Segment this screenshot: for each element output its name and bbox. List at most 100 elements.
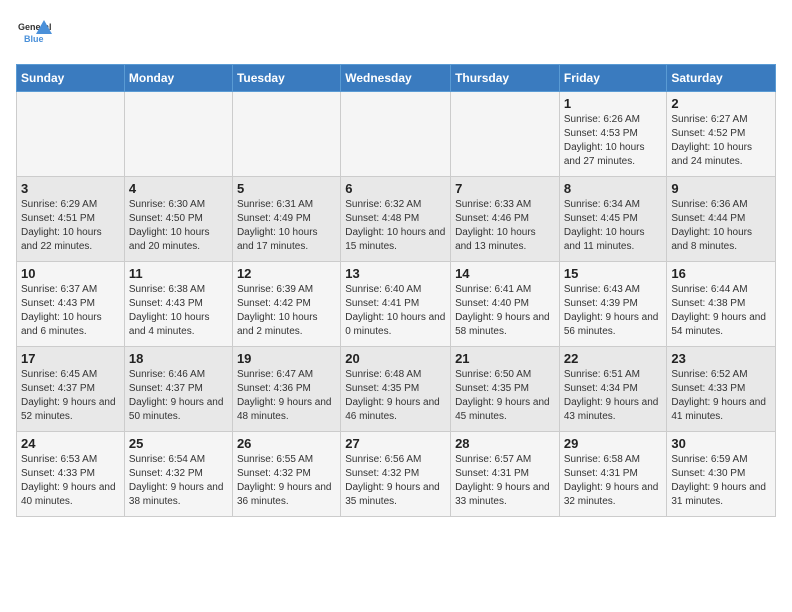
calendar-cell: 3 Sunrise: 6:29 AM Sunset: 4:51 PM Daylig… — [17, 177, 125, 262]
calendar-week-row: 10 Sunrise: 6:37 AM Sunset: 4:43 PM Dayli… — [17, 262, 776, 347]
calendar-cell: 6Sunrise: 6:32 AM Sunset: 4:48 PM Daylig… — [341, 177, 451, 262]
day-info: Sunrise: 6:54 AM Sunset: 4:32 PM Dayligh… — [129, 453, 228, 509]
day-number: 24 — [21, 436, 120, 451]
calendar-cell — [232, 92, 340, 177]
day-info: Sunrise: 6:44 AM Sunset: 4:38 PM Dayligh… — [671, 283, 771, 339]
day-info: Sunrise: 6:38 AM Sunset: 4:43 PM Dayligh… — [129, 283, 228, 339]
svg-text:Blue: Blue — [24, 34, 44, 44]
day-info: Sunrise: 6:36 AM Sunset: 4:44 PM Dayligh… — [671, 198, 771, 254]
day-info: Sunrise: 6:56 AM Sunset: 4:32 PM Dayligh… — [345, 453, 446, 509]
day-number: 1 — [564, 96, 663, 111]
calendar-cell — [124, 92, 232, 177]
day-number: 28 — [455, 436, 555, 451]
calendar-cell: 4 Sunrise: 6:30 AM Sunset: 4:50 PM Daylig… — [124, 177, 232, 262]
day-number: 14 — [455, 266, 555, 281]
page-header: General Blue — [16, 16, 776, 52]
calendar-cell: 19 Sunrise: 6:47 AM Sunset: 4:36 PM Dayli… — [232, 347, 340, 432]
day-number: 25 — [129, 436, 228, 451]
header-thursday: Thursday — [451, 65, 560, 92]
day-info: Sunrise: 6:37 AM Sunset: 4:43 PM Dayligh… — [21, 283, 120, 339]
calendar-cell: 27 Sunrise: 6:56 AM Sunset: 4:32 PM Dayli… — [341, 432, 451, 517]
calendar-cell: 21 Sunrise: 6:50 AM Sunset: 4:35 PM Dayli… — [451, 347, 560, 432]
day-info: Sunrise: 6:58 AM Sunset: 4:31 PM Dayligh… — [564, 453, 663, 509]
day-info: Sunrise: 6:59 AM Sunset: 4:30 PM Dayligh… — [671, 453, 771, 509]
day-info: Sunrise: 6:30 AM Sunset: 4:50 PM Dayligh… — [129, 198, 228, 254]
calendar-cell: 13 Sunrise: 6:40 AM Sunset: 4:41 PM Dayli… — [341, 262, 451, 347]
day-number: 4 — [129, 181, 228, 196]
calendar-cell — [17, 92, 125, 177]
calendar-week-row: 17Sunrise: 6:45 AM Sunset: 4:37 PM Dayli… — [17, 347, 776, 432]
day-number: 27 — [345, 436, 446, 451]
day-number: 8 — [564, 181, 663, 196]
day-number: 21 — [455, 351, 555, 366]
calendar-cell: 11 Sunrise: 6:38 AM Sunset: 4:43 PM Dayli… — [124, 262, 232, 347]
days-header-row: SundayMondayTuesdayWednesdayThursdayFrid… — [17, 65, 776, 92]
calendar-cell: 12 Sunrise: 6:39 AM Sunset: 4:42 PM Dayli… — [232, 262, 340, 347]
calendar-cell: 5 Sunrise: 6:31 AM Sunset: 4:49 PM Daylig… — [232, 177, 340, 262]
calendar-cell: 14Sunrise: 6:41 AM Sunset: 4:40 PM Dayli… — [451, 262, 560, 347]
day-info: Sunrise: 6:52 AM Sunset: 4:33 PM Dayligh… — [671, 368, 771, 424]
logo: General Blue — [16, 16, 52, 52]
day-info: Sunrise: 6:53 AM Sunset: 4:33 PM Dayligh… — [21, 453, 120, 509]
day-number: 2 — [671, 96, 771, 111]
day-info: Sunrise: 6:57 AM Sunset: 4:31 PM Dayligh… — [455, 453, 555, 509]
logo-icon: General Blue — [16, 16, 52, 52]
header-tuesday: Tuesday — [232, 65, 340, 92]
calendar-cell: 24 Sunrise: 6:53 AM Sunset: 4:33 PM Dayli… — [17, 432, 125, 517]
calendar-cell: 8 Sunrise: 6:34 AM Sunset: 4:45 PM Daylig… — [559, 177, 667, 262]
day-info: Sunrise: 6:27 AM Sunset: 4:52 PM Dayligh… — [671, 113, 771, 169]
day-number: 11 — [129, 266, 228, 281]
day-info: Sunrise: 6:40 AM Sunset: 4:41 PM Dayligh… — [345, 283, 446, 339]
calendar-cell: 26 Sunrise: 6:55 AM Sunset: 4:32 PM Dayli… — [232, 432, 340, 517]
day-number: 12 — [237, 266, 336, 281]
calendar-cell: 1 Sunrise: 6:26 AM Sunset: 4:53 PM Daylig… — [559, 92, 667, 177]
header-saturday: Saturday — [667, 65, 776, 92]
calendar-week-row: 3 Sunrise: 6:29 AM Sunset: 4:51 PM Daylig… — [17, 177, 776, 262]
calendar-cell: 10 Sunrise: 6:37 AM Sunset: 4:43 PM Dayli… — [17, 262, 125, 347]
calendar-cell: 30Sunrise: 6:59 AM Sunset: 4:30 PM Dayli… — [667, 432, 776, 517]
header-friday: Friday — [559, 65, 667, 92]
day-number: 15 — [564, 266, 663, 281]
day-number: 13 — [345, 266, 446, 281]
calendar-cell — [341, 92, 451, 177]
day-info: Sunrise: 6:47 AM Sunset: 4:36 PM Dayligh… — [237, 368, 336, 424]
day-info: Sunrise: 6:33 AM Sunset: 4:46 PM Dayligh… — [455, 198, 555, 254]
header-wednesday: Wednesday — [341, 65, 451, 92]
calendar-cell: 18 Sunrise: 6:46 AM Sunset: 4:37 PM Dayli… — [124, 347, 232, 432]
calendar-table: SundayMondayTuesdayWednesdayThursdayFrid… — [16, 64, 776, 517]
day-info: Sunrise: 6:34 AM Sunset: 4:45 PM Dayligh… — [564, 198, 663, 254]
calendar-cell: 16 Sunrise: 6:44 AM Sunset: 4:38 PM Dayli… — [667, 262, 776, 347]
day-number: 29 — [564, 436, 663, 451]
day-number: 3 — [21, 181, 120, 196]
day-number: 18 — [129, 351, 228, 366]
calendar-cell: 9 Sunrise: 6:36 AM Sunset: 4:44 PM Daylig… — [667, 177, 776, 262]
day-info: Sunrise: 6:26 AM Sunset: 4:53 PM Dayligh… — [564, 113, 663, 169]
day-info: Sunrise: 6:55 AM Sunset: 4:32 PM Dayligh… — [237, 453, 336, 509]
day-number: 6 — [345, 181, 446, 196]
day-number: 16 — [671, 266, 771, 281]
day-info: Sunrise: 6:45 AM Sunset: 4:37 PM Dayligh… — [21, 368, 120, 424]
day-number: 19 — [237, 351, 336, 366]
day-number: 23 — [671, 351, 771, 366]
calendar-week-row: 24 Sunrise: 6:53 AM Sunset: 4:33 PM Dayli… — [17, 432, 776, 517]
calendar-week-row: 1 Sunrise: 6:26 AM Sunset: 4:53 PM Daylig… — [17, 92, 776, 177]
day-number: 20 — [345, 351, 446, 366]
day-number: 10 — [21, 266, 120, 281]
day-info: Sunrise: 6:29 AM Sunset: 4:51 PM Dayligh… — [21, 198, 120, 254]
day-number: 22 — [564, 351, 663, 366]
day-info: Sunrise: 6:46 AM Sunset: 4:37 PM Dayligh… — [129, 368, 228, 424]
day-info: Sunrise: 6:43 AM Sunset: 4:39 PM Dayligh… — [564, 283, 663, 339]
calendar-cell: 2 Sunrise: 6:27 AM Sunset: 4:52 PM Daylig… — [667, 92, 776, 177]
day-info: Sunrise: 6:50 AM Sunset: 4:35 PM Dayligh… — [455, 368, 555, 424]
calendar-cell: 28 Sunrise: 6:57 AM Sunset: 4:31 PM Dayli… — [451, 432, 560, 517]
day-info: Sunrise: 6:39 AM Sunset: 4:42 PM Dayligh… — [237, 283, 336, 339]
day-number: 5 — [237, 181, 336, 196]
calendar-cell: 20Sunrise: 6:48 AM Sunset: 4:35 PM Dayli… — [341, 347, 451, 432]
header-monday: Monday — [124, 65, 232, 92]
calendar-cell: 17Sunrise: 6:45 AM Sunset: 4:37 PM Dayli… — [17, 347, 125, 432]
day-number: 9 — [671, 181, 771, 196]
calendar-cell: 23 Sunrise: 6:52 AM Sunset: 4:33 PM Dayli… — [667, 347, 776, 432]
header-sunday: Sunday — [17, 65, 125, 92]
day-info: Sunrise: 6:31 AM Sunset: 4:49 PM Dayligh… — [237, 198, 336, 254]
day-number: 26 — [237, 436, 336, 451]
